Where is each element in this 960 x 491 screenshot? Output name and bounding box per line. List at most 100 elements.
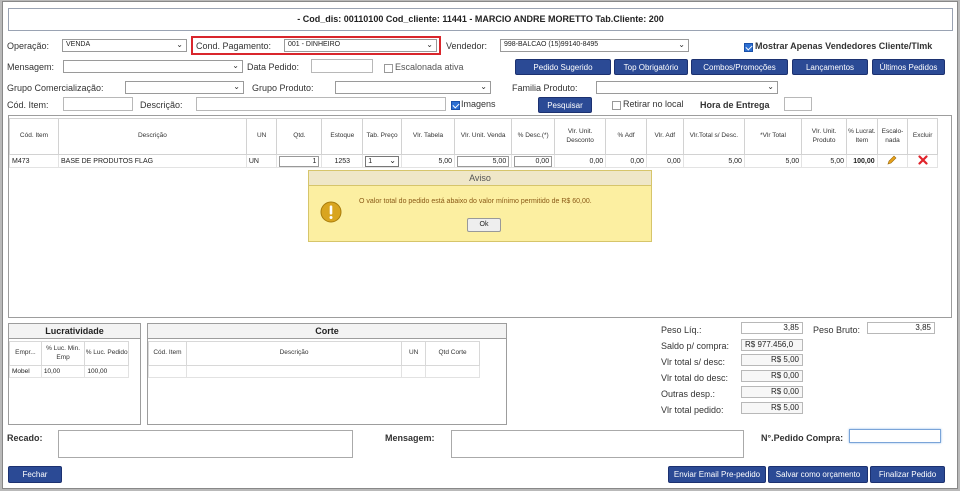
mensagem-textarea[interactable] <box>451 430 744 458</box>
salvar-orcamento-button[interactable]: Salvar como orçamento <box>768 466 868 483</box>
vlr-desc-value: R$ 0,00 <box>741 370 803 382</box>
qtd-input[interactable]: 1 <box>279 155 320 167</box>
delete-x-icon[interactable] <box>918 155 928 165</box>
dialog-message: O valor total do pedido está abaixo do v… <box>359 198 592 205</box>
cell-unit-prod: 5,00 <box>801 154 848 168</box>
hora-entrega-label: Hora de Entrega <box>700 100 770 110</box>
vendedor-select[interactable]: 998-BALCAO (15)99140-8495 ⌄ <box>500 39 689 52</box>
familia-produto-label: Familia Produto: <box>512 83 578 93</box>
luc-col-min-emp: % Luc. Min. Emp <box>40 341 86 366</box>
vlr-desc-label: Vlr total do desc: <box>661 373 729 383</box>
table-row <box>148 365 480 378</box>
tab-preco-select[interactable]: 1 ⌄ <box>365 155 399 167</box>
chevron-down-icon: ⌄ <box>678 40 685 49</box>
chevron-down-icon: ⌄ <box>426 40 433 49</box>
col-vlr-unit-desconto: Vlr. Unit. Desconto <box>554 118 607 155</box>
operacao-select[interactable]: VENDA ⌄ <box>62 39 187 52</box>
vlr-sdesc-value: R$ 5,00 <box>741 354 803 366</box>
outras-desp-value: R$ 0,00 <box>741 386 803 398</box>
npedido-compra-input[interactable] <box>849 429 941 443</box>
alert-dialog: Aviso O valor total do pedido está abaix… <box>308 170 652 242</box>
mensagem-bottom-label: Mensagem: <box>385 433 435 443</box>
escalonada-label: Escalonada ativa <box>395 62 464 72</box>
peso-liq-value: 3,85 <box>741 322 803 334</box>
cell-vlr-adf: 0,00 <box>645 154 684 168</box>
recado-textarea[interactable] <box>58 430 353 458</box>
familia-produto-select[interactable]: ⌄ <box>596 81 778 94</box>
enviar-email-button[interactable]: Enviar Email Pre-pedido <box>668 466 766 483</box>
peso-bruto-value: 3,85 <box>867 322 935 334</box>
corte-title: Corte <box>148 324 506 339</box>
vlr-sdesc-label: Vlr total s/ desc: <box>661 357 726 367</box>
saldo-value: R$ 977.456,0 <box>741 339 803 351</box>
recado-label: Recado: <box>7 433 43 443</box>
cod-item-input[interactable] <box>63 97 133 111</box>
pedido-sugerido-button[interactable]: Pedido Sugerido <box>515 59 611 75</box>
vlr-pedido-label: Vlr total pedido: <box>661 405 724 415</box>
col-qtd: Qtd. <box>276 118 323 155</box>
hora-entrega-input[interactable] <box>784 97 812 111</box>
lancamentos-button[interactable]: Lançamentos <box>792 59 868 75</box>
corte-col-qtd: Qtd Corte <box>425 341 480 366</box>
cell-escalonada <box>876 154 909 168</box>
corte-col-descricao: Descrição <box>185 341 403 366</box>
grupo-produto-select[interactable]: ⌄ <box>335 81 491 94</box>
col-tab-preco: Tab. Preço <box>362 118 402 155</box>
col-total: *Vlr Total <box>743 118 803 155</box>
outras-desp-label: Outras desp.: <box>661 389 716 399</box>
cell-descricao: BASE DE PRODUTOS FLAG <box>58 154 247 168</box>
cell-total-sdesc: 5,00 <box>682 154 745 168</box>
cod-item-label: Cód. Item: <box>7 100 49 110</box>
cell-adf: 0,00 <box>605 154 647 168</box>
peso-liq-label: Peso Líq.: <box>661 325 702 335</box>
lucratividade-panel: Lucratividade Empr... % Luc. Min. Emp % … <box>8 323 141 425</box>
luc-pedido: 100,00 <box>84 365 129 378</box>
grupo-comercial-select[interactable]: ⌄ <box>125 81 244 94</box>
desc-input[interactable]: 0,00 <box>514 155 553 167</box>
data-pedido-input[interactable] <box>311 59 373 73</box>
mensagem-select[interactable]: ⌄ <box>63 60 243 73</box>
top-obrigatorio-button[interactable]: Top Obrigatório <box>614 59 688 75</box>
col-adf: % Adf <box>605 118 647 155</box>
escalonada-checkbox[interactable] <box>384 64 393 73</box>
luc-col-pedido: % Luc. Pedido <box>84 341 129 366</box>
vlr-unit-venda-input[interactable]: 5,00 <box>457 155 510 167</box>
retirar-local-checkbox[interactable] <box>612 101 621 110</box>
cond-pagamento-select[interactable]: 001 - DINHEIRO ⌄ <box>284 39 437 52</box>
data-pedido-label: Data Pedido: <box>247 62 300 72</box>
mostrar-vendedores-checkbox[interactable] <box>744 43 753 52</box>
descricao-label: Descrição: <box>140 100 183 110</box>
col-escalonada: Escalo-nada <box>876 118 909 155</box>
chevron-down-icon: ⌄ <box>480 82 487 91</box>
grupo-produto-label: Grupo Produto: <box>252 83 314 93</box>
retirar-local-label: Retirar no local <box>623 99 684 109</box>
warning-icon <box>320 201 342 223</box>
fechar-button[interactable]: Fechar <box>8 466 62 483</box>
col-vlr-tabela: Vlr. Tabela <box>400 118 456 155</box>
imagens-label: Imagens <box>461 99 496 109</box>
vendedor-label: Vendedor: <box>446 41 488 51</box>
chevron-down-icon: ⌄ <box>233 82 240 91</box>
chevron-down-icon: ⌄ <box>389 155 396 165</box>
mostrar-vendedores-label: Mostrar Apenas Vendedores Cliente/Tlmk <box>755 41 933 51</box>
saldo-label: Saldo p/ compra: <box>661 341 730 351</box>
cond-pagamento-label: Cond. Pagamento: <box>196 41 272 51</box>
finalizar-pedido-button[interactable]: Finalizar Pedido <box>870 466 945 483</box>
ok-button[interactable]: Ok <box>467 218 501 232</box>
imagens-checkbox[interactable] <box>451 101 460 110</box>
col-estoque: Estoque <box>321 118 364 155</box>
cell-un: UN <box>245 154 278 168</box>
ultimos-pedidos-button[interactable]: Últimos Pedidos <box>872 59 945 75</box>
col-descricao: Descrição <box>58 118 247 155</box>
combos-promocoes-button[interactable]: Combos/Promoções <box>691 59 788 75</box>
table-row[interactable]: M473 BASE DE PRODUTOS FLAG UN 1 1253 1 ⌄ … <box>9 154 938 168</box>
chevron-down-icon: ⌄ <box>176 40 183 49</box>
col-total-sdesc: Vlr.Total s/ Desc. <box>682 118 745 155</box>
pesquisar-button[interactable]: Pesquisar <box>538 97 592 113</box>
edit-pencil-icon[interactable] <box>887 155 897 165</box>
descricao-input[interactable] <box>196 97 446 111</box>
col-lucrat: % Lucrat. Item <box>846 118 878 155</box>
order-window: - Cod_dis: 00110100 Cod_cliente: 11441 -… <box>2 1 958 489</box>
col-excluir: Excluir <box>907 118 938 155</box>
page-title: - Cod_dis: 00110100 Cod_cliente: 11441 -… <box>297 14 664 24</box>
